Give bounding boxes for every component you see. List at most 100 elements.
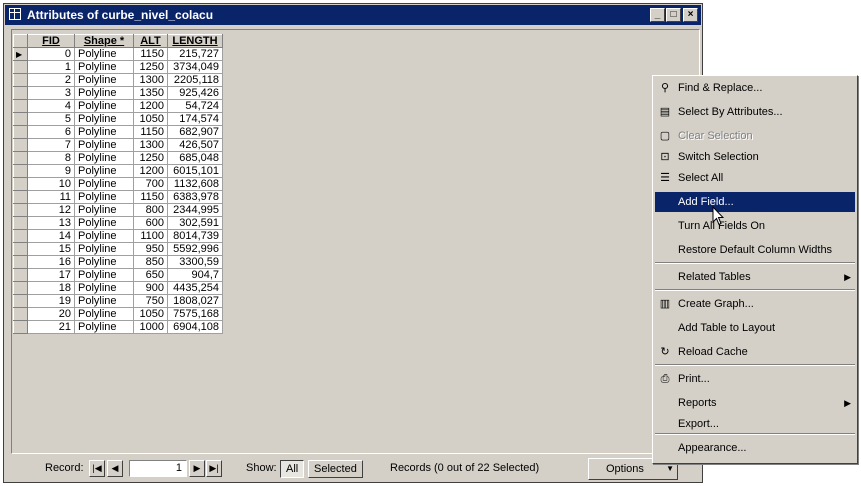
- first-record-button[interactable]: |◀: [89, 460, 105, 477]
- cell-fid[interactable]: 16: [27, 255, 75, 269]
- table-row[interactable]: 15 Polyline 950 5592,996: [13, 242, 223, 256]
- cell-length[interactable]: 4435,254: [167, 281, 223, 295]
- row-selector[interactable]: [13, 112, 28, 126]
- column-header-fid[interactable]: FID: [27, 34, 75, 48]
- cell-shape[interactable]: Polyline: [74, 255, 134, 269]
- cell-shape[interactable]: Polyline: [74, 294, 134, 308]
- menu-item-select-by-attributes[interactable]: ▤ Select By Attributes...: [655, 102, 855, 122]
- cell-alt[interactable]: 1250: [133, 151, 168, 165]
- cell-shape[interactable]: Polyline: [74, 307, 134, 321]
- cell-shape[interactable]: Polyline: [74, 190, 134, 204]
- record-number-input[interactable]: 1: [129, 460, 187, 477]
- row-selector-header[interactable]: [13, 34, 28, 48]
- cell-alt[interactable]: 1200: [133, 99, 168, 113]
- cell-fid[interactable]: 17: [27, 268, 75, 282]
- cell-fid[interactable]: 8: [27, 151, 75, 165]
- cell-alt[interactable]: 800: [133, 203, 168, 217]
- row-selector[interactable]: [13, 125, 28, 139]
- row-selector[interactable]: [13, 281, 28, 295]
- cell-alt[interactable]: 1150: [133, 190, 168, 204]
- cell-shape[interactable]: Polyline: [74, 203, 134, 217]
- cell-alt[interactable]: 1200: [133, 164, 168, 178]
- show-all-button[interactable]: All: [280, 460, 305, 478]
- cell-length[interactable]: 682,907: [167, 125, 223, 139]
- cell-alt[interactable]: 1000: [133, 320, 168, 334]
- row-selector[interactable]: [13, 73, 28, 87]
- table-row[interactable]: 8 Polyline 1250 685,048: [13, 151, 223, 165]
- cell-length[interactable]: 6904,108: [167, 320, 223, 334]
- cell-shape[interactable]: Polyline: [74, 216, 134, 230]
- cell-shape[interactable]: Polyline: [74, 281, 134, 295]
- row-selector[interactable]: [13, 164, 28, 178]
- row-selector[interactable]: [13, 86, 28, 100]
- cell-alt[interactable]: 650: [133, 268, 168, 282]
- cell-fid[interactable]: 5: [27, 112, 75, 126]
- cell-fid[interactable]: 9: [27, 164, 75, 178]
- cell-shape[interactable]: Polyline: [74, 47, 134, 61]
- table-row[interactable]: 19 Polyline 750 1808,027: [13, 294, 223, 308]
- menu-item-create-graph[interactable]: ▥ Create Graph...: [655, 294, 855, 314]
- cell-shape[interactable]: Polyline: [74, 125, 134, 139]
- next-record-button[interactable]: ▶: [189, 460, 205, 477]
- table-row[interactable]: ▶ 0 Polyline 1150 215,727: [13, 47, 223, 61]
- row-selector[interactable]: [13, 190, 28, 204]
- cell-length[interactable]: 6015,101: [167, 164, 223, 178]
- table-row[interactable]: 3 Polyline 1350 925,426: [13, 86, 223, 100]
- last-record-button[interactable]: ▶|: [206, 460, 222, 477]
- minimize-button[interactable]: _: [650, 8, 665, 22]
- cell-shape[interactable]: Polyline: [74, 177, 134, 191]
- cell-alt[interactable]: 1050: [133, 307, 168, 321]
- cell-length[interactable]: 685,048: [167, 151, 223, 165]
- maximize-button[interactable]: □: [666, 8, 681, 22]
- cell-length[interactable]: 2344,995: [167, 203, 223, 217]
- table-row[interactable]: 1 Polyline 1250 3734,049: [13, 60, 223, 74]
- cell-length[interactable]: 302,591: [167, 216, 223, 230]
- cell-alt[interactable]: 1350: [133, 86, 168, 100]
- cell-shape[interactable]: Polyline: [74, 320, 134, 334]
- previous-record-button[interactable]: ◀: [107, 460, 123, 477]
- cell-alt[interactable]: 1050: [133, 112, 168, 126]
- cell-length[interactable]: 5592,996: [167, 242, 223, 256]
- table-row[interactable]: 4 Polyline 1200 54,724: [13, 99, 223, 113]
- row-selector[interactable]: [13, 216, 28, 230]
- row-selector[interactable]: [13, 138, 28, 152]
- menu-item-print[interactable]: ⎙ Print...: [655, 369, 855, 389]
- cell-length[interactable]: 1132,608: [167, 177, 223, 191]
- table-row[interactable]: 11 Polyline 1150 6383,978: [13, 190, 223, 204]
- row-selector[interactable]: ▶: [13, 47, 28, 61]
- table-row[interactable]: 18 Polyline 900 4435,254: [13, 281, 223, 295]
- column-header-length[interactable]: LENGTH: [167, 34, 223, 48]
- menu-item-turn-all-fields-on[interactable]: Turn All Fields On: [655, 216, 855, 236]
- cell-fid[interactable]: 1: [27, 60, 75, 74]
- cell-length[interactable]: 8014,739: [167, 229, 223, 243]
- cell-length[interactable]: 7575,168: [167, 307, 223, 321]
- menu-item-reports[interactable]: Reports ▶: [655, 393, 855, 413]
- row-selector[interactable]: [13, 229, 28, 243]
- cell-length[interactable]: 215,727: [167, 47, 223, 61]
- cell-shape[interactable]: Polyline: [74, 73, 134, 87]
- cell-alt[interactable]: 600: [133, 216, 168, 230]
- menu-item-add-table-to-layout[interactable]: Add Table to Layout: [655, 318, 855, 338]
- cell-length[interactable]: 925,426: [167, 86, 223, 100]
- table-row[interactable]: 6 Polyline 1150 682,907: [13, 125, 223, 139]
- table-row[interactable]: 5 Polyline 1050 174,574: [13, 112, 223, 126]
- row-selector[interactable]: [13, 242, 28, 256]
- menu-item-related-tables[interactable]: Related Tables ▶: [655, 267, 855, 287]
- table-row[interactable]: 16 Polyline 850 3300,59: [13, 255, 223, 269]
- cell-shape[interactable]: Polyline: [74, 138, 134, 152]
- cell-fid[interactable]: 11: [27, 190, 75, 204]
- cell-alt[interactable]: 700: [133, 177, 168, 191]
- cell-alt[interactable]: 1250: [133, 60, 168, 74]
- cell-alt[interactable]: 1300: [133, 138, 168, 152]
- title-bar[interactable]: Attributes of curbe_nivel_colacu _ □ ×: [5, 5, 701, 25]
- cell-shape[interactable]: Polyline: [74, 268, 134, 282]
- cell-fid[interactable]: 19: [27, 294, 75, 308]
- table-row[interactable]: 9 Polyline 1200 6015,101: [13, 164, 223, 178]
- row-selector[interactable]: [13, 268, 28, 282]
- row-selector[interactable]: [13, 307, 28, 321]
- cell-length[interactable]: 174,574: [167, 112, 223, 126]
- cell-fid[interactable]: 20: [27, 307, 75, 321]
- cell-shape[interactable]: Polyline: [74, 229, 134, 243]
- cell-alt[interactable]: 900: [133, 281, 168, 295]
- cell-shape[interactable]: Polyline: [74, 164, 134, 178]
